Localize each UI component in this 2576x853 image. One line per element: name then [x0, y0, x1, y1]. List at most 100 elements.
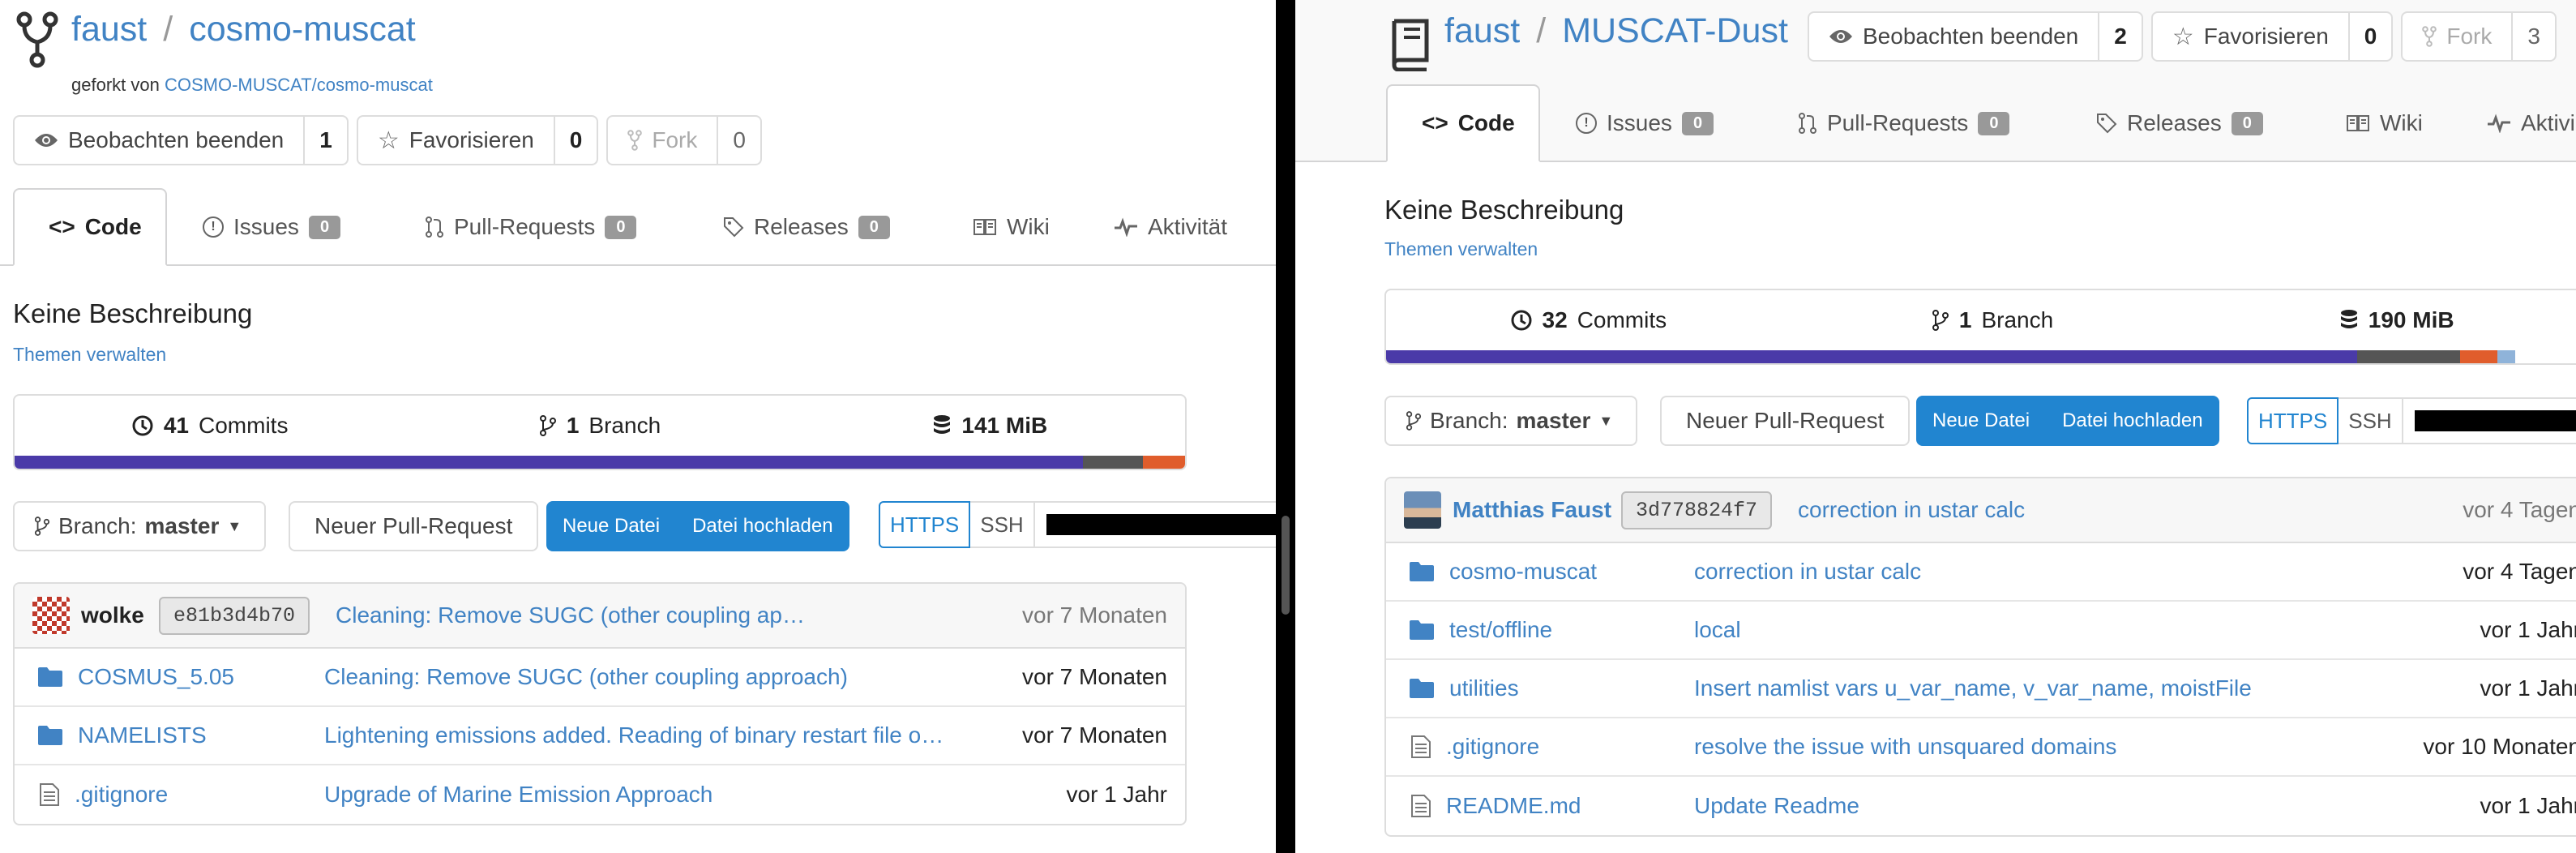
commit-author[interactable]: Matthias Faust — [1453, 497, 1611, 523]
watch-count[interactable]: 2 — [2098, 11, 2143, 62]
ssh-button[interactable]: SSH — [2339, 397, 2403, 444]
redacted-url — [1046, 514, 1276, 535]
new-file-button[interactable]: Neue Datei — [546, 501, 676, 551]
tab-releases[interactable]: Releases 0 — [691, 188, 922, 266]
file-name-cell: README.md — [1410, 793, 1581, 819]
repo-title: faust / MUSCAT-Dust — [1444, 11, 1788, 51]
fork-group: Fork 0 — [606, 115, 762, 165]
file-commit-message[interactable]: Update Readme — [1694, 793, 1859, 819]
table-row[interactable]: .gitignore resolve the issue with unsqua… — [1386, 718, 2576, 777]
https-button[interactable]: HTTPS — [2247, 397, 2339, 444]
fork-button[interactable]: Fork — [606, 115, 717, 165]
tab-activity[interactable]: Aktivi — [2454, 84, 2576, 162]
upload-file-button[interactable]: Datei hochladen — [676, 501, 849, 551]
file-commit-message[interactable]: Lightening emissions added. Reading of b… — [324, 722, 944, 748]
tab-code[interactable]: <> Code — [13, 188, 167, 266]
watch-button[interactable]: Beobachten beenden — [13, 115, 304, 165]
watch-button[interactable]: Beobachten beenden — [1808, 11, 2099, 62]
new-pull-request-button[interactable]: Neuer Pull-Request — [289, 501, 539, 551]
file-name-cell: cosmo-muscat — [1409, 559, 1597, 585]
fork-count[interactable]: 3 — [2511, 11, 2557, 62]
file-name[interactable]: COSMUS_5.05 — [78, 664, 234, 690]
branch-stat[interactable]: 1 Branch — [404, 413, 794, 439]
star-count[interactable]: 0 — [553, 115, 599, 165]
tab-label: Aktivi — [2521, 110, 2575, 135]
latest-commit: wolke e81b3d4b70 Cleaning: Remove SUGC (… — [15, 584, 1185, 649]
repo-link[interactable]: MUSCAT-Dust — [1562, 11, 1788, 51]
file-name[interactable]: NAMELISTS — [78, 722, 207, 748]
watch-count[interactable]: 1 — [303, 115, 349, 165]
database-icon — [934, 415, 951, 434]
file-name[interactable]: README.md — [1446, 793, 1581, 819]
split-handle[interactable] — [1282, 516, 1290, 615]
repo-stats: 41 Commits 1 Branch 141 MiB — [13, 394, 1187, 470]
branch-dropdown[interactable]: Branch: master ▼ — [1384, 396, 1637, 446]
file-commit-message[interactable]: local — [1694, 617, 1741, 643]
new-file-button[interactable]: Neue Datei — [1916, 396, 2046, 446]
file-name[interactable]: .gitignore — [1446, 734, 1539, 760]
language-segment — [15, 456, 1084, 469]
clone-url-field[interactable] — [2403, 397, 2576, 444]
fork-button[interactable]: Fork — [2401, 11, 2512, 62]
tab-issues[interactable]: ! Issues 0 — [170, 188, 373, 266]
tab-pull-requests[interactable]: Pull-Requests 0 — [392, 188, 669, 266]
manage-topics-link[interactable]: Themen verwalten — [1384, 238, 1538, 260]
table-row[interactable]: README.md Update Readme vor 1 Jahr — [1386, 777, 2576, 835]
file-name[interactable]: test/offline — [1449, 617, 1552, 643]
tab-code[interactable]: <> Code — [1386, 84, 1540, 162]
watch-group: Beobachten beenden 1 — [13, 115, 349, 165]
commits-stat[interactable]: 32 Commits — [1386, 307, 1791, 333]
table-row[interactable]: test/offline local vor 1 Jahr — [1386, 602, 2576, 660]
file-commit-message[interactable]: Insert namlist vars u_var_name, v_var_na… — [1694, 675, 2252, 701]
https-button[interactable]: HTTPS — [879, 501, 971, 548]
folder-icon — [1410, 562, 1434, 581]
fork-count[interactable]: 0 — [717, 115, 762, 165]
tab-activity[interactable]: Aktivität — [1081, 188, 1260, 266]
repo-link[interactable]: cosmo-muscat — [189, 10, 416, 49]
tab-label: Code — [1457, 110, 1515, 135]
branch-count: 1 — [566, 413, 580, 438]
star-button[interactable]: ☆ Favorisieren — [2150, 11, 2348, 62]
repo-book-icon — [1392, 19, 1429, 71]
file-commit-message[interactable]: correction in ustar calc — [1694, 559, 1921, 585]
commit-sha[interactable]: e81b3d4b70 — [159, 596, 310, 635]
ssh-button[interactable]: SSH — [970, 501, 1035, 548]
tab-wiki[interactable]: Wiki — [940, 188, 1082, 266]
fork-repo-icon — [16, 11, 58, 68]
tab-releases[interactable]: Releases 0 — [2064, 84, 2296, 162]
repo-stats: 32 Commits 1 Branch 190 MiB — [1384, 289, 2576, 365]
table-row[interactable]: cosmo-muscat correction in ustar calc vo… — [1386, 543, 2576, 602]
commit-message[interactable]: correction in ustar calc — [1798, 497, 2025, 523]
table-row[interactable]: .gitignore Upgrade of Marine Emission Ap… — [15, 765, 1185, 824]
file-actions: Neue Datei Datei hochladen — [1916, 396, 2219, 446]
fork-source-link[interactable]: COSMO-MUSCAT/cosmo-muscat — [165, 75, 433, 95]
manage-topics-link[interactable]: Themen verwalten — [13, 344, 166, 366]
file-commit-message[interactable]: resolve the issue with unsquared domains — [1694, 734, 2116, 760]
split-divider[interactable] — [1276, 0, 1295, 853]
branch-stat[interactable]: 1 Branch — [1791, 307, 2195, 333]
owner-link[interactable]: faust — [71, 10, 147, 49]
file-age: vor 4 Tagen — [2463, 559, 2576, 584]
branch-dropdown[interactable]: Branch: master ▼ — [13, 501, 266, 551]
file-name[interactable]: .gitignore — [75, 782, 168, 808]
owner-link[interactable]: faust — [1444, 11, 1520, 51]
file-name[interactable]: utilities — [1449, 675, 1519, 701]
star-button[interactable]: ☆ Favorisieren — [356, 115, 554, 165]
tab-wiki[interactable]: Wiki — [2313, 84, 2455, 162]
commits-stat[interactable]: 41 Commits — [15, 413, 404, 439]
table-row[interactable]: COSMUS_5.05 Cleaning: Remove SUGC (other… — [15, 649, 1185, 707]
table-row[interactable]: utilities Insert namlist vars u_var_name… — [1386, 660, 2576, 718]
clone-url-field[interactable] — [1034, 501, 1276, 548]
file-commit-message[interactable]: Upgrade of Marine Emission Approach — [324, 782, 712, 808]
commit-message[interactable]: Cleaning: Remove SUGC (other coupling ap… — [336, 602, 805, 628]
star-count[interactable]: 0 — [2347, 11, 2394, 62]
file-name[interactable]: cosmo-muscat — [1449, 559, 1597, 585]
commit-sha[interactable]: 3d778824f7 — [1621, 491, 1773, 529]
commit-author[interactable]: wolke — [81, 602, 144, 628]
tab-pull-requests[interactable]: Pull-Requests 0 — [1765, 84, 2042, 162]
tab-issues[interactable]: ! Issues 0 — [1543, 84, 1746, 162]
new-pull-request-button[interactable]: Neuer Pull-Request — [1660, 396, 1911, 446]
file-commit-message[interactable]: Cleaning: Remove SUGC (other coupling ap… — [324, 664, 848, 690]
upload-file-button[interactable]: Datei hochladen — [2046, 396, 2219, 446]
table-row[interactable]: NAMELISTS Lightening emissions added. Re… — [15, 707, 1185, 765]
